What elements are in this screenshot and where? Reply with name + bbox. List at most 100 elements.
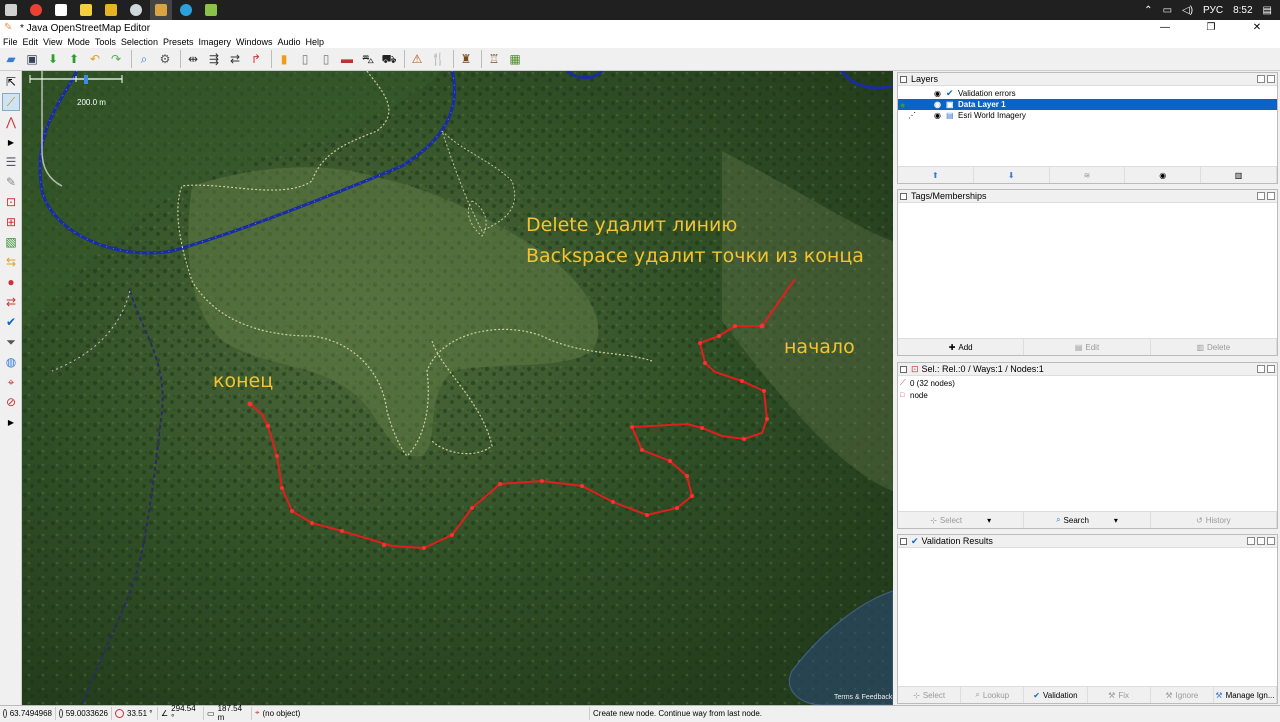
highway-preset-icon[interactable]: ▮ <box>275 50 293 68</box>
menu-edit[interactable]: Edit <box>23 37 39 47</box>
selection-toggle-icon[interactable]: ⊡ <box>2 193 20 211</box>
landuse-icon[interactable]: ▦ <box>506 50 524 68</box>
menu-view[interactable]: View <box>43 37 62 47</box>
delete-tag-button[interactable]: ▥ Delete <box>1151 339 1277 355</box>
menu-mode[interactable]: Mode <box>67 37 90 47</box>
detach-icon[interactable] <box>1257 75 1265 83</box>
redo-icon[interactable]: ↷ <box>107 50 125 68</box>
draw-mode-icon[interactable]: ⟋ <box>2 93 20 111</box>
maximize-button[interactable]: ❐ <box>1188 20 1234 36</box>
combine-way-icon[interactable]: ⇶ <box>205 50 223 68</box>
validation-panel-header[interactable]: ✔ Validation Results <box>898 535 1277 548</box>
close-button[interactable]: ✕ <box>1234 20 1280 36</box>
layer-row-validation[interactable]: ◉ ✔ Validation errors <box>898 88 1277 99</box>
reverse-way-icon[interactable]: ⇄ <box>226 50 244 68</box>
collapse-icon[interactable] <box>900 365 907 373</box>
changeset-icon[interactable]: ⇄ <box>2 293 20 311</box>
layer-row-data[interactable]: ● ◉ ▣ Data Layer 1 <box>898 99 1277 110</box>
upload-icon[interactable]: ⬆ <box>65 50 83 68</box>
menu-file[interactable]: File <box>3 37 18 47</box>
notes-icon[interactable] <box>75 0 97 20</box>
settings-icon[interactable] <box>1247 537 1255 545</box>
search-button[interactable]: ⌕ Search ▾ <box>1024 512 1151 528</box>
task-view-icon[interactable] <box>0 0 22 20</box>
steam-icon[interactable] <box>125 0 147 20</box>
chrome-icon[interactable] <box>25 0 47 20</box>
building-icon[interactable]: ♜ <box>457 50 475 68</box>
save-icon[interactable]: ▣ <box>23 50 41 68</box>
clock[interactable]: 8:52 <box>1233 5 1252 16</box>
delete-layer-button[interactable]: ▥ <box>1201 167 1277 183</box>
industrial-icon[interactable]: ♖ <box>485 50 503 68</box>
undo-icon[interactable]: ↶ <box>86 50 104 68</box>
detach-icon[interactable] <box>1257 192 1265 200</box>
conflict-icon[interactable]: ⇆ <box>2 253 20 271</box>
toggle-visibility-button[interactable]: ◉ <box>1125 167 1202 183</box>
close-panel-icon[interactable] <box>1267 192 1275 200</box>
lane-preset-icon[interactable]: ▯ <box>317 50 335 68</box>
warning-sign-icon[interactable]: ⚠ <box>408 50 426 68</box>
close-panel-icon[interactable] <box>1267 365 1275 373</box>
bus-icon[interactable]: ⛟ <box>380 50 398 68</box>
validation-button[interactable]: ✔ Validation <box>1024 687 1088 703</box>
barrier-preset-icon[interactable]: ▬ <box>338 50 356 68</box>
josm-icon[interactable] <box>150 0 172 20</box>
layers-toggle-icon[interactable]: ☰ <box>2 153 20 171</box>
map-canvas[interactable] <box>22 71 893 705</box>
list-item[interactable]: ⟋ 0 (32 nodes) <box>900 377 1275 389</box>
notification-icon[interactable]: ▤ <box>1263 5 1272 16</box>
tags-toggle-icon[interactable]: ✎ <box>2 173 20 191</box>
list-item[interactable]: □ node <box>900 389 1275 401</box>
file-icon[interactable] <box>50 0 72 20</box>
menu-help[interactable]: Help <box>306 37 325 47</box>
volume-icon[interactable]: ◁) <box>1182 5 1193 16</box>
app-icon[interactable] <box>200 0 222 20</box>
dropdown-arrow-icon[interactable]: ▾ <box>1114 516 1118 525</box>
manage-ignored-button[interactable]: ⚒ Manage Ign... <box>1214 687 1278 703</box>
improve-way-icon[interactable]: ⋀ <box>2 113 20 131</box>
turn-restriction-icon[interactable]: ↱ <box>247 50 265 68</box>
menu-tools[interactable]: Tools <box>95 37 116 47</box>
layers-panel-header[interactable]: Layers <box>898 73 1277 86</box>
network-icon[interactable]: ▭ <box>1163 5 1172 16</box>
eye-icon[interactable]: ◉ <box>934 100 946 109</box>
eye-icon[interactable]: ◉ <box>934 111 946 120</box>
select-button[interactable]: ⊹ Select ▾ <box>898 512 1025 528</box>
minimize-button[interactable]: — <box>1142 20 1188 36</box>
move-up-button[interactable]: ⬆ <box>898 167 974 183</box>
move-down-button[interactable]: ⬇ <box>974 167 1050 183</box>
map-paint-icon[interactable]: ▧ <box>2 233 20 251</box>
attribution-link[interactable]: Terms & Feedback <box>834 694 892 701</box>
preferences-icon[interactable]: ⚙ <box>156 50 174 68</box>
edit-tag-button[interactable]: ▤ Edit <box>1024 339 1151 355</box>
car-icon[interactable]: ⛍ <box>359 50 377 68</box>
validation-icon[interactable]: ✔ <box>2 313 20 331</box>
detach-icon[interactable] <box>1257 365 1265 373</box>
lookup-button[interactable]: ⌕ Lookup <box>961 687 1025 703</box>
layer-row-imagery[interactable]: ⋰ ◉ ▤ Esri World Imagery <box>898 110 1277 121</box>
history-button[interactable]: ↺ History <box>1151 512 1277 528</box>
close-panel-icon[interactable] <box>1267 537 1275 545</box>
funnel-icon[interactable]: ⏷ <box>2 333 20 351</box>
road-preset-icon[interactable]: ▯ <box>296 50 314 68</box>
menu-selection[interactable]: Selection <box>121 37 158 47</box>
language-indicator[interactable]: РУС <box>1203 5 1223 16</box>
dropdown-arrow-icon[interactable]: ▾ <box>987 516 991 525</box>
open-icon[interactable]: ▰ <box>2 50 20 68</box>
menu-imagery[interactable]: Imagery <box>198 37 231 47</box>
telegram-icon[interactable] <box>175 0 197 20</box>
detach-icon[interactable] <box>1257 537 1265 545</box>
merge-button[interactable]: ≋ <box>1050 167 1126 183</box>
relation-toggle-icon[interactable]: ⊞ <box>2 213 20 231</box>
fix-button[interactable]: ⚒ Fix <box>1088 687 1151 703</box>
split-way-icon[interactable]: ⇹ <box>184 50 202 68</box>
close-panel-icon[interactable] <box>1267 75 1275 83</box>
more-dialogs-icon[interactable]: ▶ <box>2 413 20 431</box>
chevron-up-icon[interactable]: ⌃ <box>1144 5 1152 16</box>
collapse-icon[interactable] <box>900 537 907 545</box>
eye-icon[interactable]: ◉ <box>934 89 946 98</box>
collapse-icon[interactable] <box>900 75 907 83</box>
zoom-icon[interactable]: ⌕ <box>135 50 153 68</box>
add-tag-button[interactable]: ✚ Add <box>898 339 1025 355</box>
globe-icon[interactable]: ◍ <box>2 353 20 371</box>
